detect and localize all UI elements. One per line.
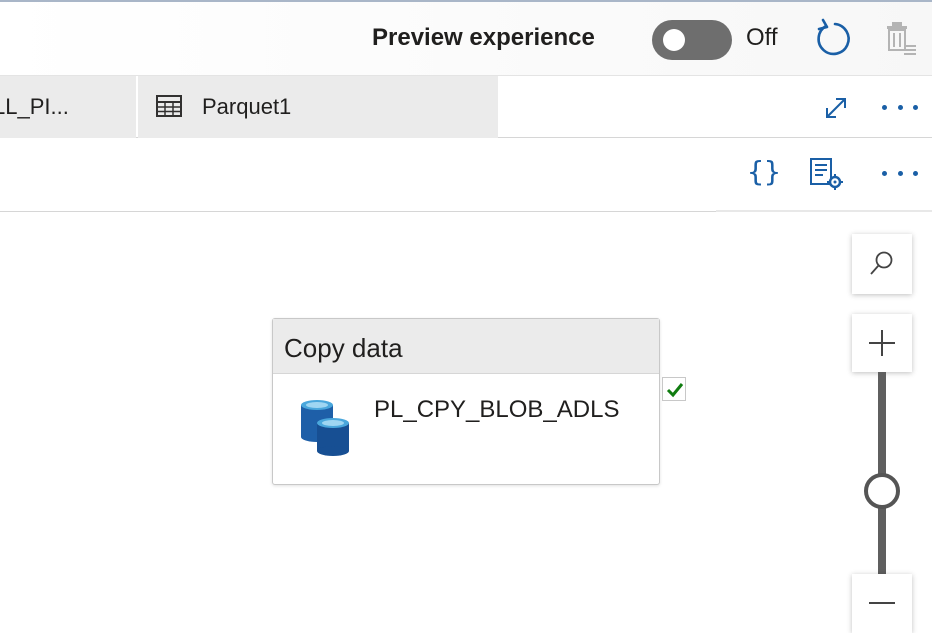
tab-parquet1[interactable]: Parquet1 — [138, 76, 498, 138]
toolbar-more-button[interactable] — [878, 158, 922, 188]
more-icon — [878, 92, 922, 122]
properties-button[interactable] — [808, 156, 846, 192]
editor-toolbar: {} — [0, 138, 932, 212]
refresh-icon — [817, 18, 850, 56]
toggle-state-label: Off — [746, 24, 778, 51]
expand-icon — [826, 98, 846, 118]
top-bar: Preview experience Off — [0, 0, 932, 76]
properties-icon — [810, 158, 843, 190]
zoom-in-button[interactable] — [852, 314, 912, 372]
activity-name: PL_CPY_BLOB_ADLS — [374, 396, 620, 423]
delete-button[interactable] — [884, 20, 918, 56]
tabs-more-button[interactable] — [878, 92, 922, 122]
activity-success-indicator[interactable] — [662, 377, 686, 401]
plus-icon — [869, 330, 895, 356]
delete-icon — [887, 22, 916, 55]
copy-data-icon — [301, 400, 349, 456]
tab-label: LL_PI... — [0, 94, 69, 119]
toggle-knob — [663, 29, 685, 51]
copy-data-activity[interactable]: Copy data PL_CPY_BLOB_ADLS — [272, 318, 660, 485]
checkmark-icon — [666, 383, 684, 398]
more-icon — [878, 158, 922, 188]
zoom-slider-handle[interactable] — [864, 473, 900, 509]
search-icon — [870, 251, 893, 275]
table-icon — [156, 95, 182, 117]
pipeline-editor: Preview experience Off LL_PI... Parquet1… — [0, 0, 932, 633]
code-button[interactable]: {} — [744, 154, 784, 190]
tab-label: Parquet1 — [202, 94, 292, 119]
tab-pipeline[interactable]: LL_PI... — [0, 76, 136, 138]
preview-experience-label: Preview experience — [372, 24, 595, 51]
preview-experience-toggle[interactable] — [652, 20, 732, 60]
minus-icon — [869, 602, 895, 604]
refresh-button[interactable] — [815, 18, 853, 58]
expand-button[interactable] — [822, 94, 850, 122]
activity-type-label: Copy data — [273, 319, 659, 374]
zoom-out-button[interactable] — [852, 574, 912, 633]
tabs-row: LL_PI... Parquet1 — [0, 76, 932, 138]
zoom-search-button[interactable] — [852, 234, 912, 294]
